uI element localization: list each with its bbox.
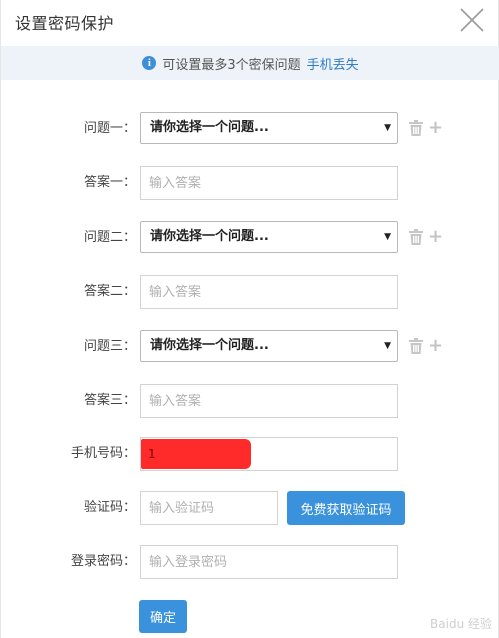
question-label-3: 问题三： bbox=[83, 339, 136, 354]
code-row: 验证码： 免费获取验证码 bbox=[1, 491, 499, 525]
redaction-mark bbox=[141, 439, 251, 469]
answer-input-1[interactable] bbox=[140, 166, 398, 200]
dialog-title: 设置密码保护 bbox=[15, 14, 115, 33]
get-code-button[interactable]: 免费获取验证码 bbox=[287, 491, 405, 525]
dropdown-arrow-icon: ▼ bbox=[384, 341, 391, 351]
plus-icon[interactable]: + bbox=[428, 227, 443, 247]
question-label-2: 问题二： bbox=[83, 230, 136, 245]
question-select-value: 请你选择一个问题... bbox=[150, 338, 269, 353]
password-protection-dialog: 设置密码保护 i 可设置最多3个密保问题 手机丢失 问题一： 请你选择一个问题.… bbox=[0, 0, 499, 638]
code-label: 验证码： bbox=[83, 500, 136, 515]
answer-row-1: 答案一： bbox=[1, 166, 499, 200]
lost-phone-link[interactable]: 手机丢失 bbox=[307, 54, 359, 73]
plus-icon[interactable]: + bbox=[428, 336, 443, 356]
code-input[interactable] bbox=[140, 491, 278, 525]
password-input[interactable] bbox=[140, 545, 398, 579]
notice-text: 可设置最多3个密保问题 bbox=[162, 57, 301, 73]
watermark-logo: Baidu 经验 bbox=[430, 617, 492, 631]
answer-input-3[interactable] bbox=[140, 384, 398, 418]
question-select-2[interactable]: 请你选择一个问题... ▼ bbox=[140, 221, 398, 253]
question-select-value: 请你选择一个问题... bbox=[150, 229, 269, 244]
answer-label-3: 答案三： bbox=[83, 393, 136, 408]
answer-input-2[interactable] bbox=[140, 275, 398, 309]
question-row-3: 问题三： 请你选择一个问题... ▼ + bbox=[1, 330, 499, 364]
question-select-value: 请你选择一个问题... bbox=[150, 120, 269, 135]
answer-row-2: 答案二： bbox=[1, 275, 499, 309]
question-select-3[interactable]: 请你选择一个问题... ▼ bbox=[140, 330, 398, 362]
answer-label-1: 答案一： bbox=[83, 175, 136, 190]
password-label: 登录密码： bbox=[70, 554, 136, 569]
info-icon: i bbox=[142, 56, 157, 70]
question-select-1[interactable]: 请你选择一个问题... ▼ bbox=[140, 112, 398, 144]
question-row-1: 问题一： 请你选择一个问题... ▼ + bbox=[1, 112, 499, 146]
answer-row-3: 答案三： bbox=[1, 384, 499, 418]
trash-icon[interactable] bbox=[409, 229, 423, 245]
confirm-button[interactable]: 确定 bbox=[139, 600, 187, 633]
trash-icon[interactable] bbox=[409, 120, 423, 136]
phone-row: 手机号码： 1 bbox=[1, 437, 499, 471]
question-label-1: 问题一： bbox=[83, 121, 136, 136]
plus-icon[interactable]: + bbox=[428, 118, 443, 138]
phone-value: 1 bbox=[148, 447, 156, 461]
question-row-2: 问题二： 请你选择一个问题... ▼ + bbox=[1, 221, 499, 255]
dropdown-arrow-icon: ▼ bbox=[384, 123, 391, 133]
close-icon[interactable] bbox=[458, 6, 486, 34]
password-row: 登录密码： bbox=[1, 545, 499, 579]
answer-label-2: 答案二： bbox=[83, 284, 136, 299]
phone-label: 手机号码： bbox=[70, 446, 136, 461]
trash-icon[interactable] bbox=[409, 338, 423, 354]
dropdown-arrow-icon: ▼ bbox=[384, 232, 391, 242]
notice-bar: i 可设置最多3个密保问题 手机丢失 bbox=[1, 46, 499, 80]
